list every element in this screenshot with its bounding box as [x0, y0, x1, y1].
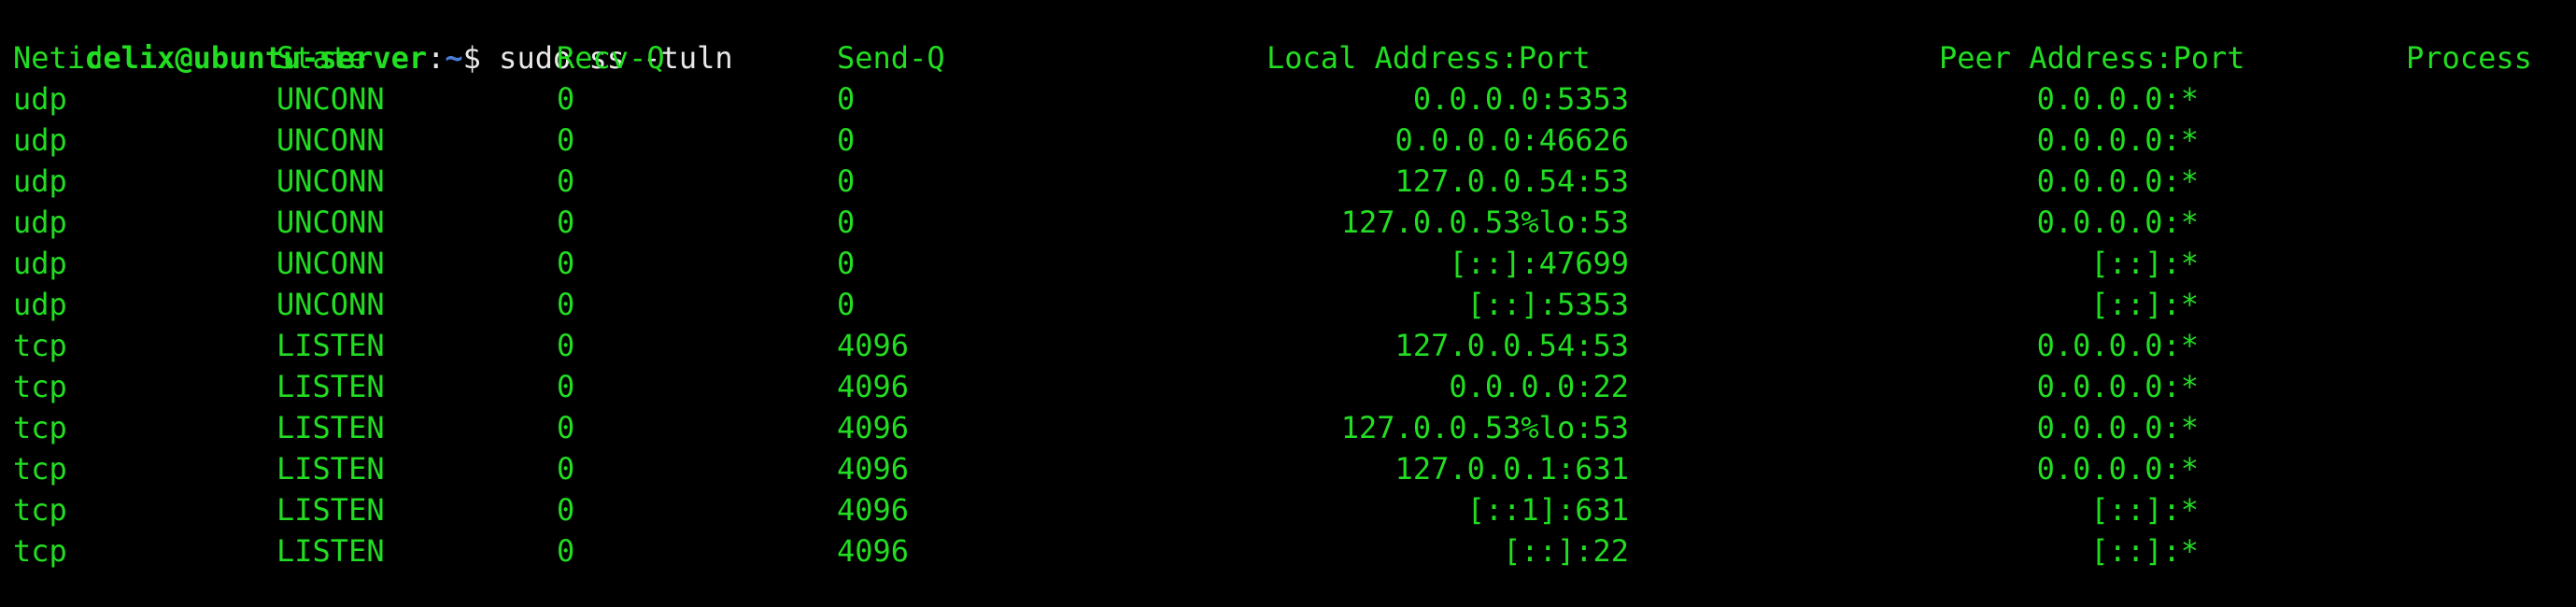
cell-recvq: 0 — [557, 492, 575, 528]
table-row: tcp LISTEN 0 4096 0.0.0.0:22 0.0.0.0:* — [0, 366, 2576, 407]
cell-netid: tcp — [13, 492, 67, 528]
header-sendq: Send-Q — [837, 40, 945, 76]
cell-state: LISTEN — [276, 533, 385, 569]
cell-local-address: [::1]:631 — [1466, 492, 1629, 528]
table-row: udp UNCONN 0 0 0.0.0.0:46626 0.0.0.0:* — [0, 120, 2576, 161]
cell-state: UNCONN — [276, 163, 385, 199]
cell-local-address: [::]:22 — [1503, 533, 1629, 569]
cell-state: LISTEN — [276, 410, 385, 445]
cell-recvq: 0 — [557, 369, 575, 404]
header-local-address: Local Address:Port — [1267, 40, 1591, 76]
cell-netid: tcp — [13, 451, 67, 487]
cell-state: LISTEN — [276, 492, 385, 528]
command-prompt-line: celix@ubuntu-server:~$ sudo ss -tuln — [13, 0, 733, 76]
cell-state: LISTEN — [276, 369, 385, 404]
cell-peer-address: 0.0.0.0:* — [2036, 205, 2199, 240]
cell-state: UNCONN — [276, 287, 385, 322]
cell-sendq: 0 — [837, 122, 856, 158]
cell-local-address: [::]:5353 — [1466, 287, 1629, 322]
cell-peer-address: 0.0.0.0:* — [2036, 122, 2199, 158]
cell-sendq: 4096 — [837, 533, 910, 569]
cell-sendq: 4096 — [837, 451, 910, 487]
cell-sendq: 0 — [837, 205, 856, 240]
cell-peer-address: 0.0.0.0:* — [2036, 163, 2199, 199]
cell-recvq: 0 — [557, 451, 575, 487]
header-process: Process — [2406, 40, 2532, 76]
cell-local-address: 127.0.0.54:53 — [1394, 328, 1629, 363]
cell-sendq: 4096 — [837, 369, 910, 404]
cell-state: UNCONN — [276, 205, 385, 240]
cell-sendq: 4096 — [837, 492, 910, 528]
next-prompt-partial — [13, 566, 31, 607]
cell-peer-address: 0.0.0.0:* — [2036, 410, 2199, 445]
table-row: udp UNCONN 0 0 127.0.0.53%lo:53 0.0.0.0:* — [0, 202, 2576, 243]
cell-sendq: 0 — [837, 287, 856, 322]
cell-peer-address: [::]:* — [2090, 533, 2199, 569]
cell-recvq: 0 — [557, 533, 575, 569]
cell-peer-address: 0.0.0.0:* — [2036, 451, 2199, 487]
cell-peer-address: [::]:* — [2090, 246, 2199, 281]
cell-netid: udp — [13, 163, 67, 199]
cell-local-address: 0.0.0.0:22 — [1449, 369, 1629, 404]
cell-peer-address: 0.0.0.0:* — [2036, 369, 2199, 404]
cell-netid: udp — [13, 287, 67, 322]
table-row: tcp LISTEN 0 4096 [::]:22 [::]:* — [0, 530, 2576, 572]
cell-peer-address: [::]:* — [2090, 287, 2199, 322]
table-row: udp UNCONN 0 0 127.0.0.54:53 0.0.0.0:* — [0, 161, 2576, 202]
header-state: State — [276, 40, 367, 76]
cell-recvq: 0 — [557, 122, 575, 158]
cell-sendq: 0 — [837, 163, 856, 199]
cell-netid: udp — [13, 122, 67, 158]
cell-recvq: 0 — [557, 163, 575, 199]
cell-recvq: 0 — [557, 410, 575, 445]
table-row: tcp LISTEN 0 4096 127.0.0.1:631 0.0.0.0:* — [0, 448, 2576, 489]
cell-netid: udp — [13, 246, 67, 281]
cell-sendq: 0 — [837, 246, 856, 281]
cell-state: UNCONN — [276, 122, 385, 158]
cell-local-address: 127.0.0.54:53 — [1394, 163, 1629, 199]
cell-local-address: [::]:47699 — [1449, 246, 1629, 281]
cell-local-address: 0.0.0.0:46626 — [1394, 122, 1629, 158]
header-netid: Netid — [13, 40, 104, 76]
cell-peer-address: [::]:* — [2090, 492, 2199, 528]
cell-state: LISTEN — [276, 451, 385, 487]
terminal-window[interactable]: celix@ubuntu-server:~$ sudo ss -tuln Net… — [0, 0, 2576, 581]
cell-state: LISTEN — [276, 328, 385, 363]
cell-netid: tcp — [13, 369, 67, 404]
cell-recvq: 0 — [557, 328, 575, 363]
cell-state: UNCONN — [276, 81, 385, 117]
cell-local-address: 127.0.0.1:631 — [1394, 451, 1629, 487]
table-header-row: Netid State Recv-Q Send-Q Local Address:… — [0, 37, 2576, 78]
cell-recvq: 0 — [557, 287, 575, 322]
cell-netid: udp — [13, 205, 67, 240]
table-row: udp UNCONN 0 0 [::]:5353 [::]:* — [0, 284, 2576, 325]
table-row: tcp LISTEN 0 4096 127.0.0.54:53 0.0.0.0:* — [0, 325, 2576, 366]
cell-netid: udp — [13, 81, 67, 117]
cell-recvq: 0 — [557, 205, 575, 240]
cell-sendq: 0 — [837, 81, 856, 117]
cell-recvq: 0 — [557, 81, 575, 117]
cell-recvq: 0 — [557, 246, 575, 281]
cell-sendq: 4096 — [837, 410, 910, 445]
cell-local-address: 127.0.0.53%lo:53 — [1340, 410, 1629, 445]
cell-netid: tcp — [13, 410, 67, 445]
cell-local-address: 127.0.0.53%lo:53 — [1340, 205, 1629, 240]
cell-peer-address: 0.0.0.0:* — [2036, 328, 2199, 363]
table-row: udp UNCONN 0 0 0.0.0.0:5353 0.0.0.0:* — [0, 78, 2576, 120]
header-peer-address: Peer Address:Port — [1939, 40, 2245, 76]
cell-netid: tcp — [13, 328, 67, 363]
header-recvq: Recv-Q — [557, 40, 665, 76]
table-row: tcp LISTEN 0 4096 127.0.0.53%lo:53 0.0.0.0:* — [0, 407, 2576, 448]
cell-state: UNCONN — [276, 246, 385, 281]
cell-sendq: 4096 — [837, 328, 910, 363]
table-row: tcp LISTEN 0 4096 [::1]:631 [::]:* — [0, 489, 2576, 530]
cell-local-address: 0.0.0.0:5353 — [1412, 81, 1629, 117]
cell-peer-address: 0.0.0.0:* — [2036, 81, 2199, 117]
table-row: udp UNCONN 0 0 [::]:47699 [::]:* — [0, 243, 2576, 284]
